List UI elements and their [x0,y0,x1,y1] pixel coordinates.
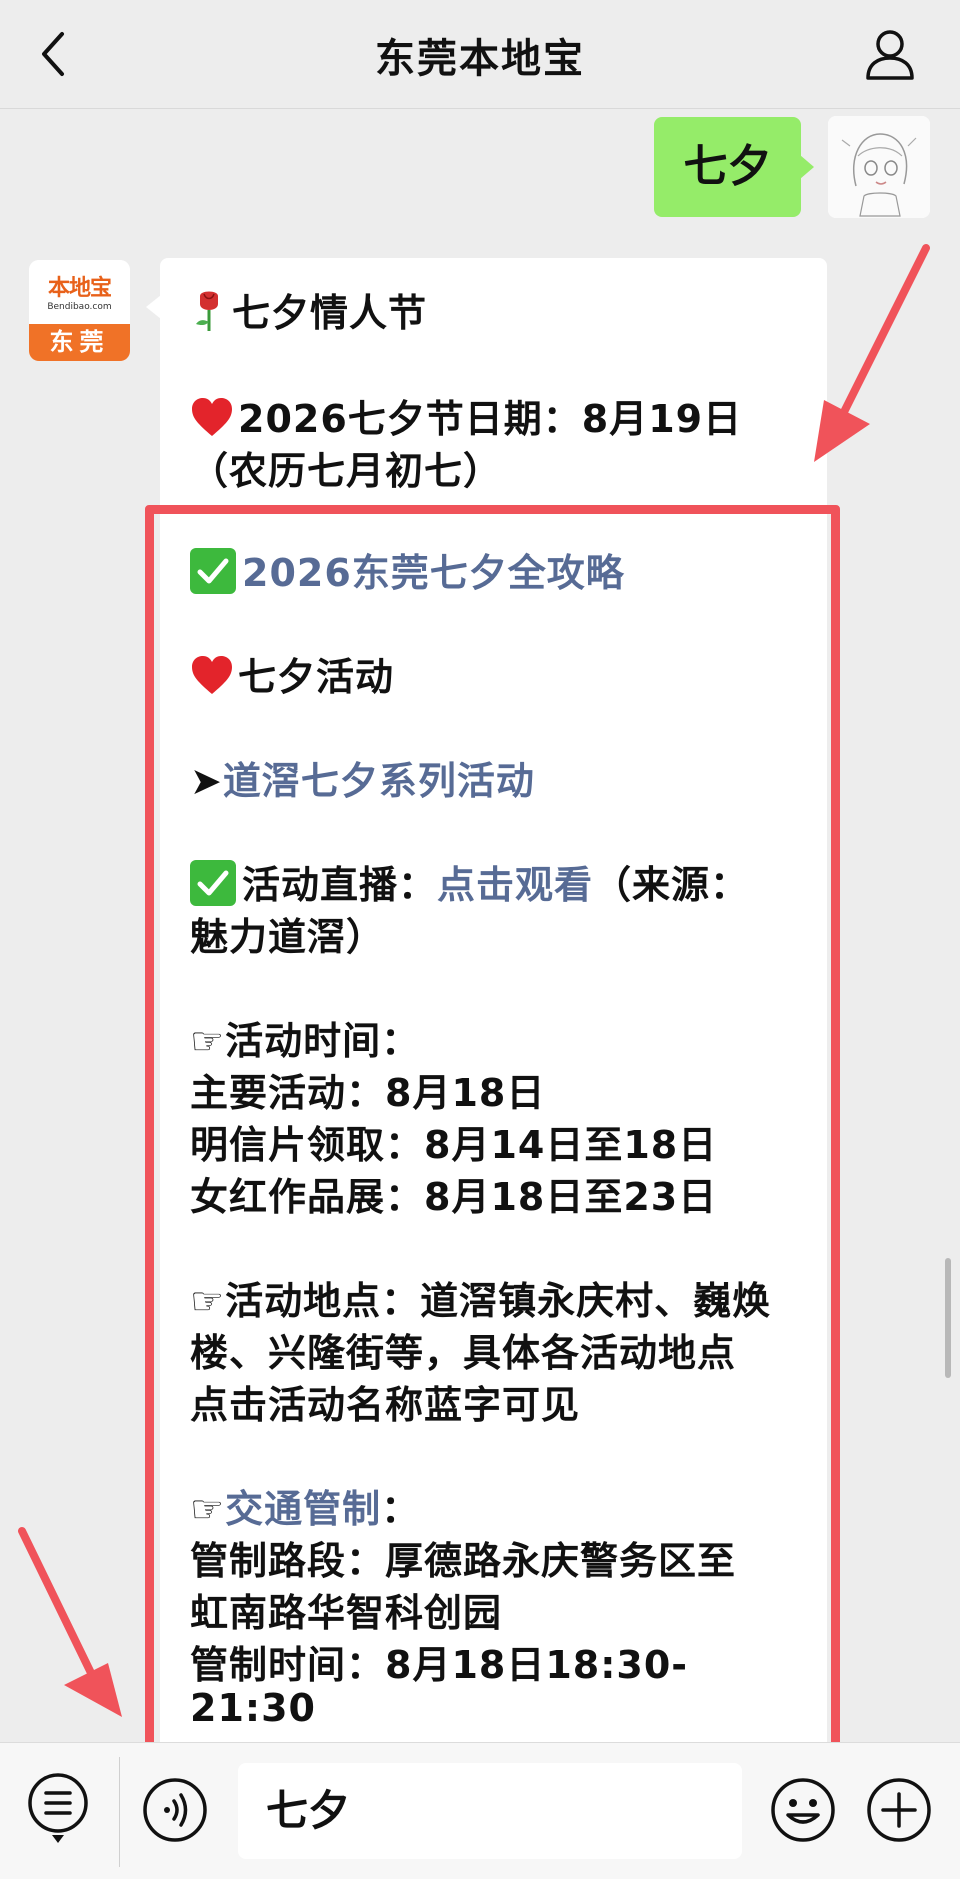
sent-message-bubble[interactable]: 七夕 [654,117,801,217]
brand-avatar[interactable]: 本地宝 Bendibao.com 东莞 [29,260,130,361]
festival-date: 2026七夕节日期：8月19日 [238,397,743,441]
profile-icon[interactable] [864,28,916,80]
page-title: 东莞本地宝 [375,36,585,82]
scrollbar[interactable] [945,1258,951,1378]
lunar-date: （农历七月初七） [190,449,503,493]
highlight-frame [145,505,840,1753]
message-input[interactable]: 七夕 [238,1763,742,1859]
emoji-icon[interactable] [770,1777,836,1843]
brand-logo-text: 本地宝 [47,275,112,301]
divider [119,1757,120,1867]
input-bar: 七夕 [0,1742,960,1879]
message-line: 七夕情人节 [190,282,427,337]
user-avatar-drawing [828,116,930,218]
message-title: 七夕情人节 [232,291,428,335]
message-line: 2026七夕节日期：8月19日 [190,388,742,443]
menu-icon[interactable] [26,1773,90,1845]
user-avatar[interactable] [828,116,930,218]
message-line: （农历七月初七） [190,440,502,495]
plus-icon[interactable] [866,1777,932,1843]
received-bubble-tail [146,295,161,319]
sent-bubble-tail [800,155,814,179]
brand-logo: 本地宝 Bendibao.com [29,260,130,318]
heart-icon [192,398,232,436]
brand-logo-sub: Bendibao.com [47,302,112,312]
rose-icon [196,291,218,331]
brand-city: 东莞 [29,324,130,361]
voice-icon[interactable] [142,1777,208,1843]
arrow-icon [18,1527,122,1717]
arrow-icon [814,244,930,462]
chat-header: 东莞本地宝 [0,0,960,109]
